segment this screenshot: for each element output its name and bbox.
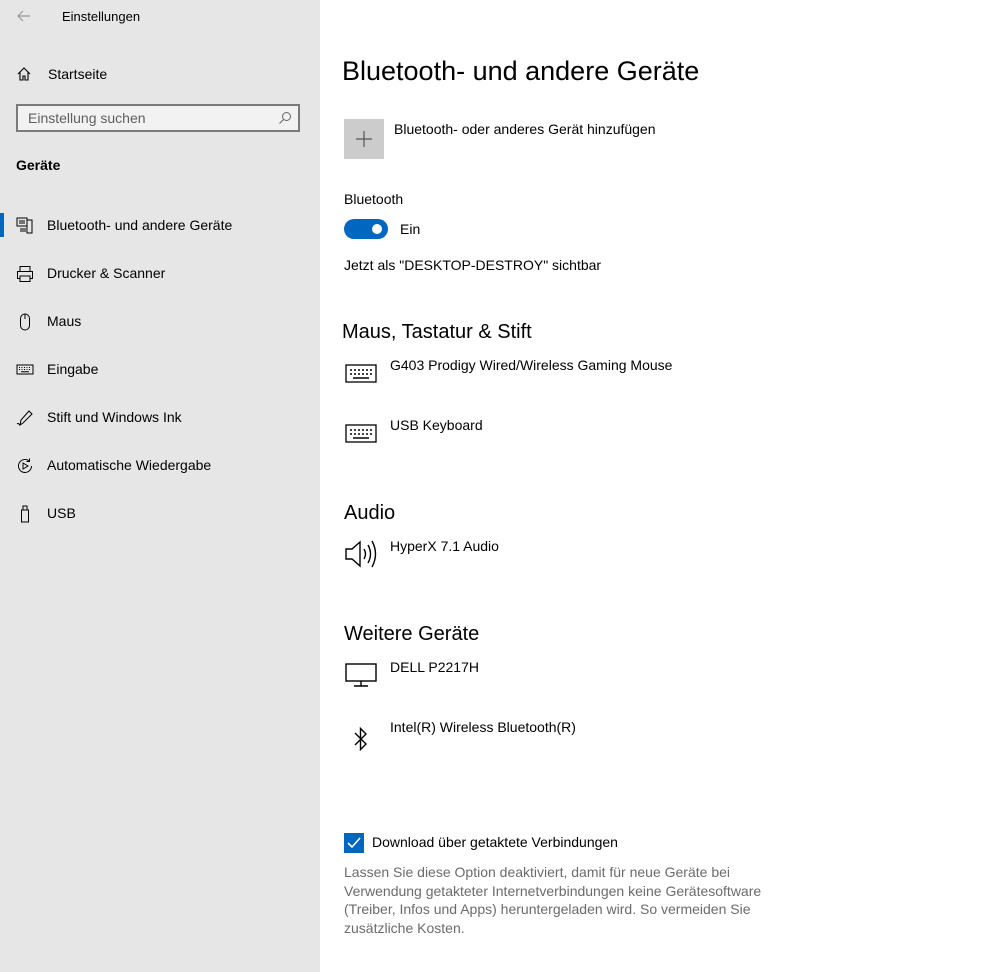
sidebar-item-input[interactable]: Eingabe [0,349,320,389]
device-name: HyperX 7.1 Audio [390,538,499,554]
sidebar-item-label: Maus [47,313,82,329]
metered-download-description: Lassen Sie diese Option deaktiviert, dam… [344,864,762,936]
sidebar-item-printers[interactable]: Drucker & Scanner [0,253,320,293]
toggle-knob [372,224,382,234]
keyboard-icon [16,364,34,375]
device-item[interactable]: HyperX 7.1 Audio [340,538,980,588]
search-input[interactable] [18,106,278,130]
sidebar-item-label: Eingabe [47,361,99,377]
metered-download-checkbox[interactable] [344,833,364,853]
sidebar-item-label: Bluetooth- und andere Geräte [47,217,233,233]
bluetooth-label: Bluetooth [344,191,404,207]
sidebar-item-label: Drucker & Scanner [47,265,166,281]
mouse-icon [20,313,30,331]
device-name: USB Keyboard [390,417,483,433]
main-content: Bluetooth- und andere Geräte Bluetooth- … [320,0,990,972]
group-title-audio: Audio [344,502,396,524]
page-title: Bluetooth- und andere Geräte [342,56,700,86]
speaker-icon [345,540,377,568]
keyboard-icon [345,424,377,443]
bluetooth-toggle[interactable] [344,219,388,239]
search-icon[interactable] [278,111,292,125]
sidebar-item-label: Automatische Wiedergabe [47,457,212,473]
device-name: Intel(R) Wireless Bluetooth(R) [390,719,576,735]
sidebar-item-label: Stift und Windows Ink [47,409,182,425]
group-title-other-devices: Weitere Geräte [344,623,480,645]
bluetooth-devices-icon [16,217,33,234]
section-heading: Geräte [16,157,61,173]
discoverable-text: Jetzt als "DESKTOP-DESTROY" sichtbar [344,257,602,273]
sidebar-item-label: USB [47,505,76,521]
home-icon [17,67,31,81]
device-item[interactable]: DELL P2217H [340,659,980,709]
sidebar-item-usb[interactable]: USB [0,493,320,533]
home-label: Startseite [48,66,108,82]
add-device-button[interactable] [344,119,384,159]
monitor-icon [345,663,377,687]
add-device-label[interactable]: Bluetooth- oder anderes Gerät hinzufügen [394,121,656,137]
sidebar-item-pen[interactable]: Stift und Windows Ink [0,397,320,437]
back-button[interactable] [14,6,34,26]
pen-icon [16,410,33,427]
bluetooth-toggle-state: Ein [400,221,421,237]
keyboard-icon [345,364,377,383]
back-arrow-icon [17,10,30,22]
sidebar-item-autoplay[interactable]: Automatische Wiedergabe [0,445,320,485]
device-item[interactable]: Intel(R) Wireless Bluetooth(R) [340,719,980,769]
checkmark-icon [347,837,361,849]
device-name: DELL P2217H [390,659,479,675]
app-title: Einstellungen [62,9,141,24]
sidebar: Einstellungen Startseite Geräte Bluetoot… [0,0,320,972]
device-item[interactable]: USB Keyboard [340,417,980,467]
autoplay-icon [18,458,32,473]
group-title-input-devices: Maus, Tastatur & Stift [342,321,532,343]
usb-icon [21,505,29,523]
printer-icon [17,266,33,282]
home-link[interactable]: Startseite [0,60,320,88]
sidebar-item-bluetooth[interactable]: Bluetooth- und andere Geräte [0,205,320,245]
plus-icon [356,131,372,147]
metered-download-label[interactable]: Download über getaktete Verbindungen [372,834,618,850]
search-box[interactable] [16,104,300,132]
device-name: G403 Prodigy Wired/Wireless Gaming Mouse [390,357,673,373]
bluetooth-icon [354,726,367,752]
device-item[interactable]: G403 Prodigy Wired/Wireless Gaming Mouse [340,357,980,407]
sidebar-item-mouse[interactable]: Maus [0,301,320,341]
